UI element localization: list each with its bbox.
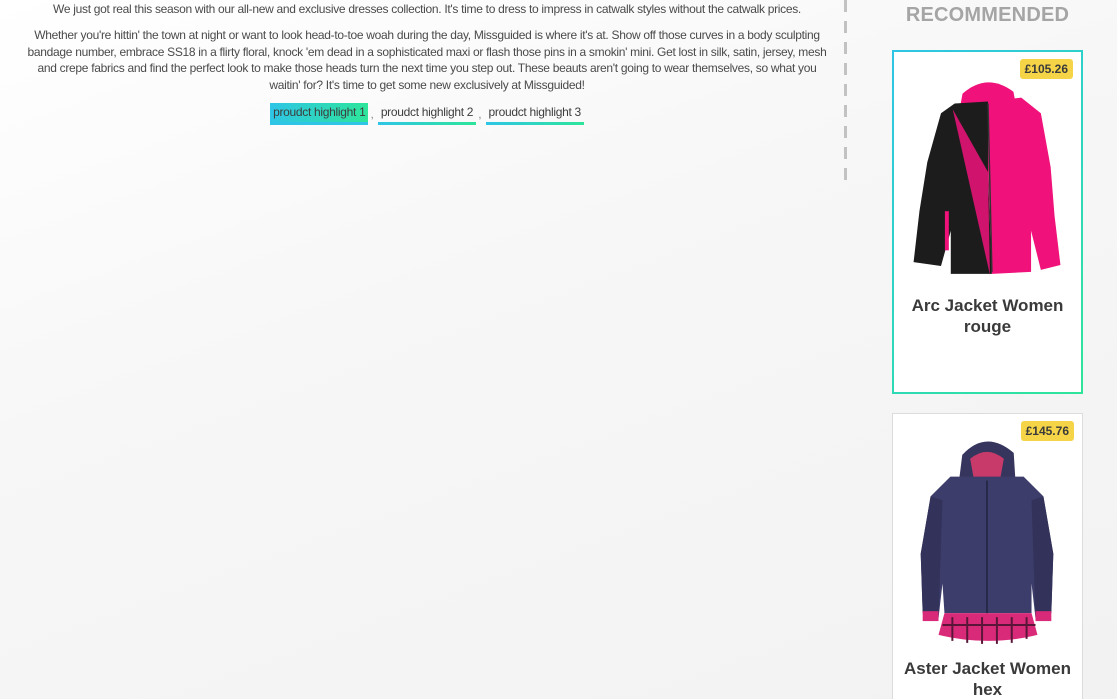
description-body: Whether you're hittin' the town at night… [27, 28, 827, 92]
dashed-divider [844, 0, 847, 180]
price-badge: £145.76 [1020, 421, 1074, 441]
product-description: We just got real this season with our al… [20, 0, 834, 125]
product-name[interactable]: Arc Jacket Women rouge [894, 295, 1081, 337]
product-name[interactable]: Aster Jacket Women hex [893, 658, 1082, 699]
price-badge: £105.26 [1019, 59, 1073, 79]
highlight-1[interactable]: proudct highlight 1 [270, 103, 369, 125]
description-intro: We just got real this season with our al… [53, 2, 801, 16]
product-card[interactable]: £145.76 Aster Jacket Women hex [892, 413, 1083, 699]
product-card[interactable]: £105.26 Arc Jacket Women rouge [892, 50, 1083, 394]
highlight-separator: , [370, 107, 374, 121]
product-highlights: proudct highlight 1 , proudct highlight … [20, 103, 834, 125]
recommended-title: RECOMMENDED [905, 4, 1070, 26]
highlight-separator: , [478, 107, 482, 121]
product-image-navy-jacket [920, 441, 1054, 644]
product-image-pink-jacket [913, 82, 1061, 275]
highlight-2[interactable]: proudct highlight 2 [377, 103, 477, 125]
highlight-3[interactable]: proudct highlight 3 [485, 103, 584, 125]
page: We just got real this season with our al… [0, 0, 1117, 699]
